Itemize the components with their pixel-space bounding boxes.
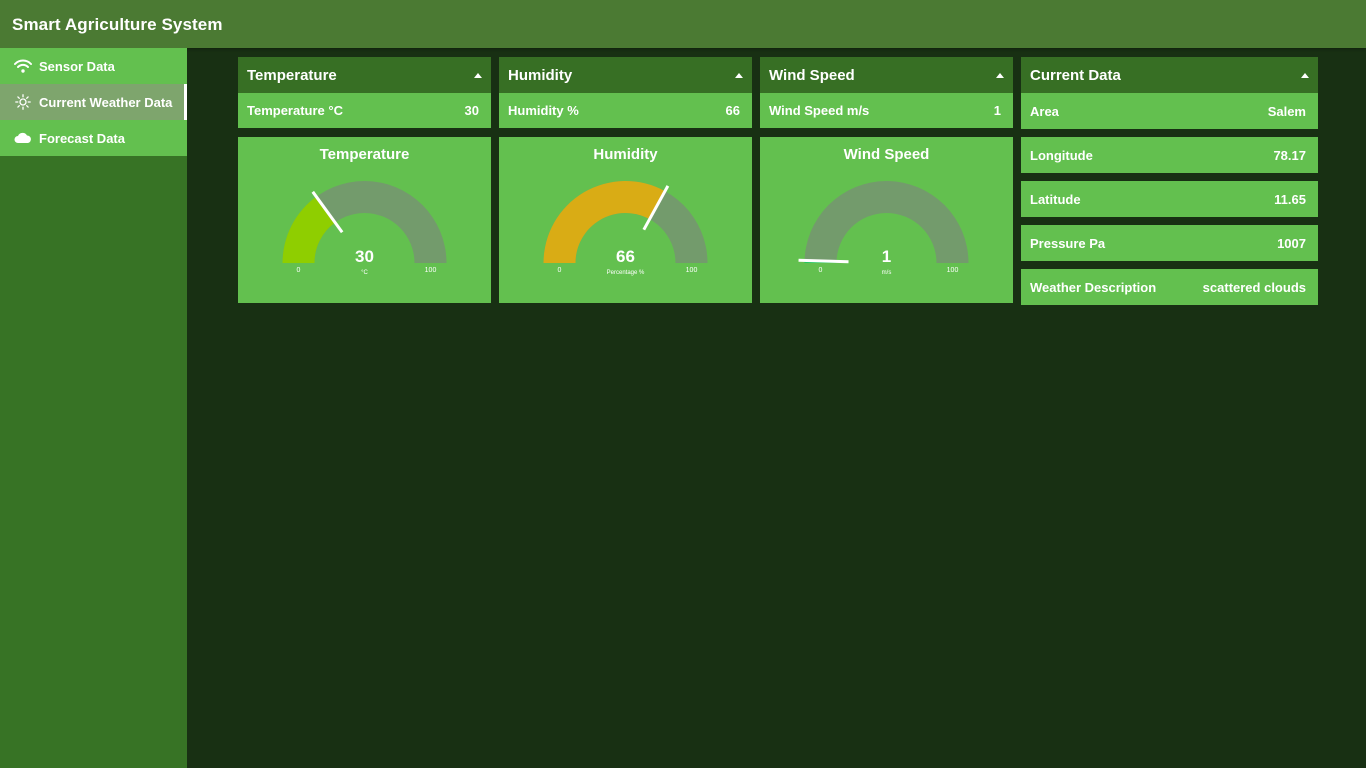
gauge-max: 100 [686,267,698,274]
panel-header[interactable]: Wind Speed [760,57,1013,93]
gauge-value: 1 [882,247,891,266]
humidity-panel: Humidity Humidity % 66 [499,57,752,128]
caret-up-icon[interactable] [1301,72,1309,78]
gauge-min: 0 [558,267,562,274]
gauge-title: Wind Speed [843,146,930,163]
row-value: Salem [1267,103,1306,119]
current-data-row-weather-description: Weather Description scattered clouds [1021,269,1318,305]
wifi-icon [14,57,32,75]
sun-icon [14,93,32,111]
panel-header[interactable]: Temperature [238,57,491,93]
row-label: Area [1030,103,1059,119]
gauge-unit: m/s [882,270,892,276]
panel-header[interactable]: Current Data [1021,57,1318,93]
caret-up-icon[interactable] [996,72,1004,78]
app-title: Smart Agriculture System [12,15,223,34]
gauge-unit: Percentage % [607,270,645,276]
current-data-panel: Current Data Area Salem Longitude 78.17 … [1021,57,1318,313]
panel-title: Humidity [508,66,573,84]
gauge-value: 30 [355,247,374,266]
sidebar-item-label: Current Weather Data [39,94,173,110]
gauge-value: 66 [616,247,635,266]
row-value: 11.65 [1274,191,1306,207]
sidebar: Sensor Data Current Weather Data Forecas… [0,48,187,768]
row-label: Wind Speed m/s [769,103,870,118]
gauge-title: Temperature [319,146,410,163]
gauge-min: 0 [819,267,823,274]
wind-speed-row: Wind Speed m/s 1 [760,93,1013,128]
current-data-row-area: Area Salem [1021,93,1318,129]
row-value: 1 [993,103,1001,118]
row-label: Weather Description [1030,279,1157,295]
temperature-row: Temperature °C 30 [238,93,491,128]
sidebar-item-label: Sensor Data [39,58,115,74]
row-label: Latitude [1030,191,1081,207]
row-label: Temperature °C [247,103,343,118]
panel-title: Temperature [247,66,337,84]
panel-title: Wind Speed [769,66,855,84]
current-data-row-longitude: Longitude 78.17 [1021,137,1318,173]
temperature-gauge: 30 °C 0 100 Temperature [238,137,491,303]
sidebar-item-forecast-data[interactable]: Forecast Data [0,120,187,156]
panel-header[interactable]: Humidity [499,57,752,93]
row-value: 66 [725,103,740,118]
sidebar-item-label: Forecast Data [39,130,125,146]
wind-speed-gauge: 1 m/s 0 100 Wind Speed [760,137,1013,303]
gauge-max: 100 [425,267,437,274]
row-label: Longitude [1030,147,1093,163]
humidity-gauge: 66 Percentage % 0 100 Humidity [499,137,752,303]
sidebar-item-sensor-data[interactable]: Sensor Data [0,48,187,84]
sidebar-item-current-weather-data[interactable]: Current Weather Data [0,84,187,120]
current-data-row-pressure: Pressure Pa 1007 [1021,225,1318,261]
temperature-panel: Temperature Temperature °C 30 [238,57,491,128]
row-label: Pressure Pa [1030,235,1106,251]
row-label: Humidity % [508,103,579,118]
humidity-row: Humidity % 66 [499,93,752,128]
row-value: 30 [464,103,479,118]
current-data-row-latitude: Latitude 11.65 [1021,181,1318,217]
gauge-max: 100 [947,267,959,274]
cloud-icon [14,129,32,147]
row-value: 1007 [1277,235,1306,251]
gauge-needle [798,258,849,264]
row-value: 78.17 [1273,147,1306,163]
gauge-title: Humidity [593,146,658,163]
gauge-min: 0 [297,267,301,274]
gauge-unit: °C [361,270,368,276]
panel-title: Current Data [1030,66,1121,84]
caret-up-icon[interactable] [735,72,743,78]
top-bar: Smart Agriculture System [0,0,1366,48]
wind-speed-panel: Wind Speed Wind Speed m/s 1 [760,57,1013,128]
row-value: scattered clouds [1202,279,1306,295]
caret-up-icon[interactable] [474,72,482,78]
